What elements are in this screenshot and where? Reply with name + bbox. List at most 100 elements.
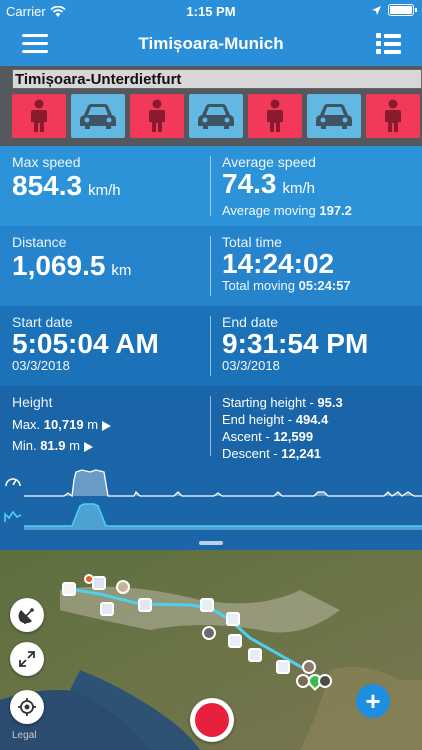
descent-line: Descent - 12,241 bbox=[222, 445, 343, 462]
distance-unit: km bbox=[111, 262, 132, 279]
height-min-line: Min. 81.9 m bbox=[12, 437, 111, 454]
satellite-dish-button[interactable] bbox=[10, 598, 44, 632]
altitude-icon bbox=[4, 510, 22, 522]
max-speed-value: 854.3 bbox=[12, 170, 83, 201]
photo-marker[interactable] bbox=[318, 674, 332, 688]
end-date-value: 03/3/2018 bbox=[222, 358, 280, 373]
altitude-graph bbox=[24, 503, 422, 530]
trip-stats: Max speed 854.3 km/h Average speed 74.3 km… bbox=[0, 146, 422, 466]
photo-marker[interactable] bbox=[302, 660, 316, 674]
menu-icon[interactable] bbox=[22, 34, 48, 54]
segment-walk-button[interactable] bbox=[12, 94, 66, 138]
total-moving-label: Total moving bbox=[222, 278, 295, 293]
max-speed-value-line: 854.3 km/h bbox=[12, 170, 121, 207]
expand-button[interactable] bbox=[10, 642, 44, 676]
plus-icon: + bbox=[365, 685, 381, 716]
photo-marker[interactable] bbox=[228, 634, 242, 648]
end-height-label: End height - bbox=[222, 412, 293, 427]
location-arrow-icon bbox=[372, 5, 381, 15]
distance-row: Distance 1,069.5 km Total time 14:24:02 T… bbox=[0, 226, 422, 306]
list-icon[interactable] bbox=[376, 33, 402, 55]
map-legal-link[interactable]: Legal bbox=[12, 730, 36, 741]
end-height-line: End height - 494.4 bbox=[222, 411, 343, 428]
photo-marker[interactable] bbox=[276, 660, 290, 674]
height-min-value: 81.9 bbox=[40, 438, 66, 453]
segment-walk-button[interactable] bbox=[366, 94, 420, 138]
locate-button[interactable] bbox=[10, 690, 44, 724]
distance-cell: Distance 1,069.5 km bbox=[12, 234, 131, 287]
segment-car-button[interactable] bbox=[307, 94, 361, 138]
speed-graph bbox=[24, 469, 422, 498]
record-icon bbox=[195, 703, 229, 737]
total-time-cell: Total time 14:24:02 Total moving 05:24:5… bbox=[222, 234, 351, 293]
height-min-label: Min. bbox=[12, 438, 37, 453]
elevation-cell: Starting height - 95.3 End height - 494.… bbox=[222, 394, 343, 462]
record-button[interactable] bbox=[190, 698, 234, 742]
total-time-label: Total time bbox=[222, 234, 282, 250]
photo-marker[interactable] bbox=[62, 582, 76, 596]
avg-speed-cell: Average speed 74.3 km/h Average moving 19… bbox=[222, 154, 352, 218]
photo-marker[interactable] bbox=[226, 612, 240, 626]
walking-person-icon bbox=[267, 99, 283, 132]
starting-height-value: 95.3 bbox=[317, 395, 343, 410]
max-speed-cell: Max speed 854.3 km/h bbox=[12, 154, 121, 207]
segment-car-button[interactable] bbox=[71, 94, 125, 138]
segment-walk-button[interactable] bbox=[248, 94, 302, 138]
battery-icon bbox=[388, 4, 417, 16]
max-speed-label: Max speed bbox=[12, 154, 81, 170]
height-cell: Height Max. 10,719 m Min. 81.9 m bbox=[12, 394, 112, 454]
date-row: Start date 5:05:04 AM 03/3/2018 End date… bbox=[0, 306, 422, 386]
starting-height-line: Starting height - 95.3 bbox=[222, 394, 343, 411]
end-height-value: 494.4 bbox=[295, 412, 329, 427]
photo-marker[interactable] bbox=[138, 598, 152, 612]
segment-car-button[interactable] bbox=[189, 94, 243, 138]
satellite-dish-icon bbox=[18, 608, 34, 624]
end-date-label: End date bbox=[222, 314, 279, 330]
max-speed-unit: km/h bbox=[88, 182, 121, 199]
trip-segments: Timișoara-Unterdietfurt bbox=[0, 66, 422, 146]
avg-speed-unit: km/h bbox=[282, 180, 316, 197]
photo-marker[interactable] bbox=[202, 626, 216, 640]
status-right bbox=[371, 4, 417, 16]
height-min-unit: m bbox=[69, 438, 80, 453]
speedometer-icon bbox=[5, 478, 21, 487]
end-date-cell: End date 9:31:54 PM 03/3/2018 bbox=[222, 314, 368, 373]
ascent-line: Ascent - 12,599 bbox=[222, 428, 343, 445]
segment-walk-button[interactable] bbox=[130, 94, 184, 138]
end-time-value: 9:31:54 PM bbox=[222, 328, 369, 359]
walking-person-icon bbox=[385, 99, 401, 132]
height-max-value: 10,719 bbox=[43, 417, 84, 432]
photo-marker[interactable] bbox=[248, 648, 262, 662]
status-bar: Carrier 1:15 PM bbox=[0, 0, 422, 24]
starting-height-label: Starting height - bbox=[222, 395, 314, 410]
start-date-label: Start date bbox=[12, 314, 73, 330]
play-triangle-icon[interactable] bbox=[102, 420, 112, 431]
panel-drag-handle[interactable] bbox=[0, 536, 422, 550]
photo-marker[interactable] bbox=[92, 576, 106, 590]
expand-arrows-icon bbox=[19, 651, 35, 667]
photo-marker[interactable] bbox=[100, 602, 114, 616]
total-moving-value: 05:24:57 bbox=[298, 278, 351, 293]
descent-value: 12,241 bbox=[281, 446, 322, 461]
status-time: 1:15 PM bbox=[186, 4, 236, 19]
trip-graphs[interactable] bbox=[0, 466, 422, 546]
height-max-label: Max. bbox=[12, 417, 41, 432]
start-pin-icon[interactable] bbox=[84, 574, 94, 584]
trip-map[interactable]: + Legal bbox=[0, 550, 422, 750]
start-date-cell: Start date 5:05:04 AM 03/3/2018 bbox=[12, 314, 159, 373]
start-time-value: 5:05:04 AM bbox=[12, 328, 159, 359]
add-button[interactable]: + bbox=[356, 684, 390, 718]
avg-moving-value: 197.2 bbox=[319, 203, 352, 218]
ascent-label: Ascent - bbox=[222, 429, 270, 444]
avg-moving-line: Average moving 197.2 bbox=[222, 203, 352, 218]
walking-person-icon bbox=[31, 99, 47, 132]
descent-label: Descent - bbox=[222, 446, 278, 461]
photo-marker[interactable] bbox=[200, 598, 214, 612]
segment-title: Timișoara-Unterdietfurt bbox=[12, 69, 422, 89]
car-icon bbox=[198, 104, 234, 129]
avg-speed-value: 74.3 bbox=[222, 168, 277, 199]
height-max-unit: m bbox=[87, 417, 99, 432]
play-triangle-icon[interactable] bbox=[83, 441, 93, 452]
nav-bar: Timișoara-Munich bbox=[0, 24, 422, 66]
photo-marker[interactable] bbox=[116, 580, 130, 594]
